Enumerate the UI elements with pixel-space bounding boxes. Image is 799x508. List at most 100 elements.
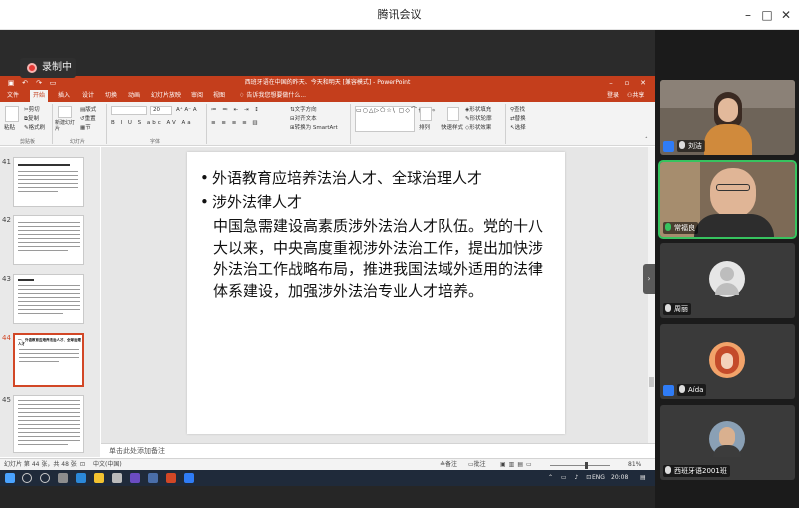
paste-button[interactable]: 粘贴	[4, 124, 15, 132]
close-button[interactable]: ✕	[776, 5, 796, 25]
ppt-close-icon[interactable]: ✕	[638, 78, 648, 88]
tab-design[interactable]: 设计	[79, 90, 97, 102]
profile-avatar	[709, 342, 745, 378]
participant-tile[interactable]: 西班牙语2001班	[660, 405, 795, 480]
notes-pane[interactable]: 单击此处添加备注	[101, 443, 655, 458]
paste-icon[interactable]	[5, 106, 19, 122]
tab-home[interactable]: 开始	[30, 90, 49, 102]
ppt-minimize-icon[interactable]: –	[606, 78, 616, 88]
cortana-icon[interactable]	[40, 473, 50, 483]
zoom-slider[interactable]	[550, 465, 610, 466]
font-size-box[interactable]: 20	[150, 106, 172, 115]
shape-fill-button[interactable]: ◈形状填充	[465, 106, 491, 114]
layout-button[interactable]: ▤版式	[80, 106, 96, 114]
tell-me-search[interactable]: ♢ 告诉我您想要做什么...	[236, 90, 309, 102]
tab-transitions[interactable]: 切换	[102, 90, 120, 102]
slide-thumbnail-41[interactable]	[13, 157, 84, 207]
grow-font-icon[interactable]: A⁺ A⁻ A	[176, 106, 197, 114]
tab-file[interactable]: 文件	[4, 90, 22, 102]
input-language[interactable]: ENG	[592, 470, 605, 486]
file-explorer-icon[interactable]	[94, 473, 104, 483]
edge-icon[interactable]	[76, 473, 86, 483]
font-format-buttons[interactable]: B I U S abc AV Aa	[111, 119, 193, 127]
bullet-1-text: 外语教育应培养法治人才、全球治理人才	[212, 169, 483, 187]
cut-button[interactable]: ✂剪切	[24, 106, 40, 114]
participant-name: 常福良	[663, 222, 698, 234]
mic-active-icon	[665, 223, 671, 231]
format-painter-button[interactable]: ✎格式刷	[24, 124, 45, 132]
ribbon-divider	[106, 104, 107, 144]
recording-badge[interactable]: 录制中	[20, 58, 76, 78]
find-button[interactable]: ⚲查找	[510, 106, 525, 114]
quick-styles-icon[interactable]	[447, 107, 459, 121]
share-button[interactable]: ⚇共享	[624, 90, 647, 102]
slide-thumbnail-42[interactable]	[13, 215, 84, 265]
notification-icon[interactable]: ▤	[640, 470, 646, 486]
ppt-restore-icon[interactable]: ▫	[622, 78, 632, 88]
maximize-button[interactable]: □	[757, 5, 777, 25]
participant-tile[interactable]: 刘洁	[660, 80, 795, 155]
task-view-icon[interactable]	[58, 473, 68, 483]
tencent-meeting-taskbar-icon[interactable]	[184, 473, 194, 483]
layout-label: 版式	[85, 107, 97, 113]
new-slide-icon[interactable]	[58, 106, 72, 118]
list-buttons[interactable]: ≔ ≕ ⇤ ⇥ ↕	[211, 106, 261, 114]
slide-editing-area: • 外语教育应培养法治人才、全球治理人才 • 涉外法律人才 中国急需建设高素质涉外法…	[101, 147, 655, 443]
signin-link[interactable]: 登录	[604, 90, 622, 102]
arrange-icon[interactable]	[420, 107, 432, 121]
align-buttons[interactable]: ≡ ≡ ≡ ≡ ▥	[211, 119, 260, 127]
app-icon[interactable]	[130, 473, 140, 483]
slide-thumbnail-45[interactable]	[13, 395, 84, 453]
replace-button[interactable]: ⇄替换	[510, 115, 526, 123]
tray-icons[interactable]: ⌃ ▭ ♪ ⊡	[548, 470, 594, 486]
select-button[interactable]: ↖选择	[510, 124, 526, 132]
participant-tile[interactable]: Aída	[660, 324, 795, 399]
shapes-gallery[interactable]: ▭○△▷⬠☆\ ▢◇⌒{ }⇨	[355, 106, 436, 132]
bullet-dot-icon: •	[200, 169, 209, 187]
participant-tile[interactable]: 周丽	[660, 243, 795, 318]
collapse-panel-chevron-icon[interactable]: ›	[643, 264, 655, 294]
shape-effects-label: 形状效果	[469, 125, 492, 131]
arrange-button[interactable]: 排列	[419, 124, 430, 132]
ribbon-divider	[505, 104, 506, 144]
thumb-number: 44	[2, 334, 11, 342]
store-icon[interactable]	[112, 473, 122, 483]
zoom-slider-handle[interactable]	[585, 462, 588, 469]
windows-start-icon[interactable]	[5, 473, 15, 483]
meeting-titlebar: 腾讯会议 – □ ✕	[0, 0, 799, 30]
slide-thumbnail-44[interactable]: 一、外语教育应培养法治人才、全球治理人才	[13, 333, 84, 387]
slide-thumbnail-43[interactable]	[13, 274, 84, 324]
powerpoint-taskbar-icon[interactable]	[166, 473, 176, 483]
tell-me-text: 告诉我您想要做什么...	[246, 92, 307, 99]
tab-slideshow[interactable]: 幻灯片放映	[148, 90, 184, 102]
smartart-button[interactable]: ⊞转换为 SmartArt	[290, 124, 338, 132]
collapse-ribbon-icon[interactable]: ˄	[645, 136, 648, 144]
section-button[interactable]: ▦节	[80, 124, 91, 132]
group-slides-label: 幻灯片	[70, 139, 86, 145]
reset-button[interactable]: ↺重置	[80, 115, 96, 123]
new-slide-button[interactable]: 新建幻灯片	[55, 120, 79, 132]
participant-tile[interactable]: 常福良	[658, 160, 797, 239]
windows-taskbar: ⌃ ▭ ♪ ⊡ ENG 20:08 ▤	[0, 470, 655, 486]
mic-muted-icon	[665, 304, 671, 312]
clock[interactable]: 20:08	[611, 470, 628, 486]
app-icon[interactable]	[148, 473, 158, 483]
font-name-box[interactable]	[111, 106, 147, 115]
shape-effects-button[interactable]: ◇形状效果	[465, 124, 491, 132]
minimize-button[interactable]: –	[738, 5, 758, 25]
replace-label: 替换	[514, 116, 526, 122]
tab-review[interactable]: 审阅	[188, 90, 206, 102]
tab-view[interactable]: 视图	[210, 90, 228, 102]
tab-animations[interactable]: 动画	[125, 90, 143, 102]
text-direction-button[interactable]: ⇅文字方向	[290, 106, 317, 114]
search-icon[interactable]	[22, 473, 32, 483]
quick-styles-button[interactable]: 快速样式	[441, 124, 463, 132]
align-text-button[interactable]: ⊟对齐文本	[290, 115, 317, 123]
select-label: 选择	[514, 125, 526, 131]
current-slide[interactable]: • 外语教育应培养法治人才、全球治理人才 • 涉外法律人才 中国急需建设高素质涉外法…	[187, 152, 565, 434]
copy-button[interactable]: ⧉复制	[24, 115, 39, 123]
shape-outline-button[interactable]: ✎形状轮廓	[465, 115, 492, 123]
tab-insert[interactable]: 插入	[55, 90, 73, 102]
editing-scrollbar[interactable]	[648, 147, 655, 443]
scroll-thumb[interactable]	[649, 377, 654, 387]
